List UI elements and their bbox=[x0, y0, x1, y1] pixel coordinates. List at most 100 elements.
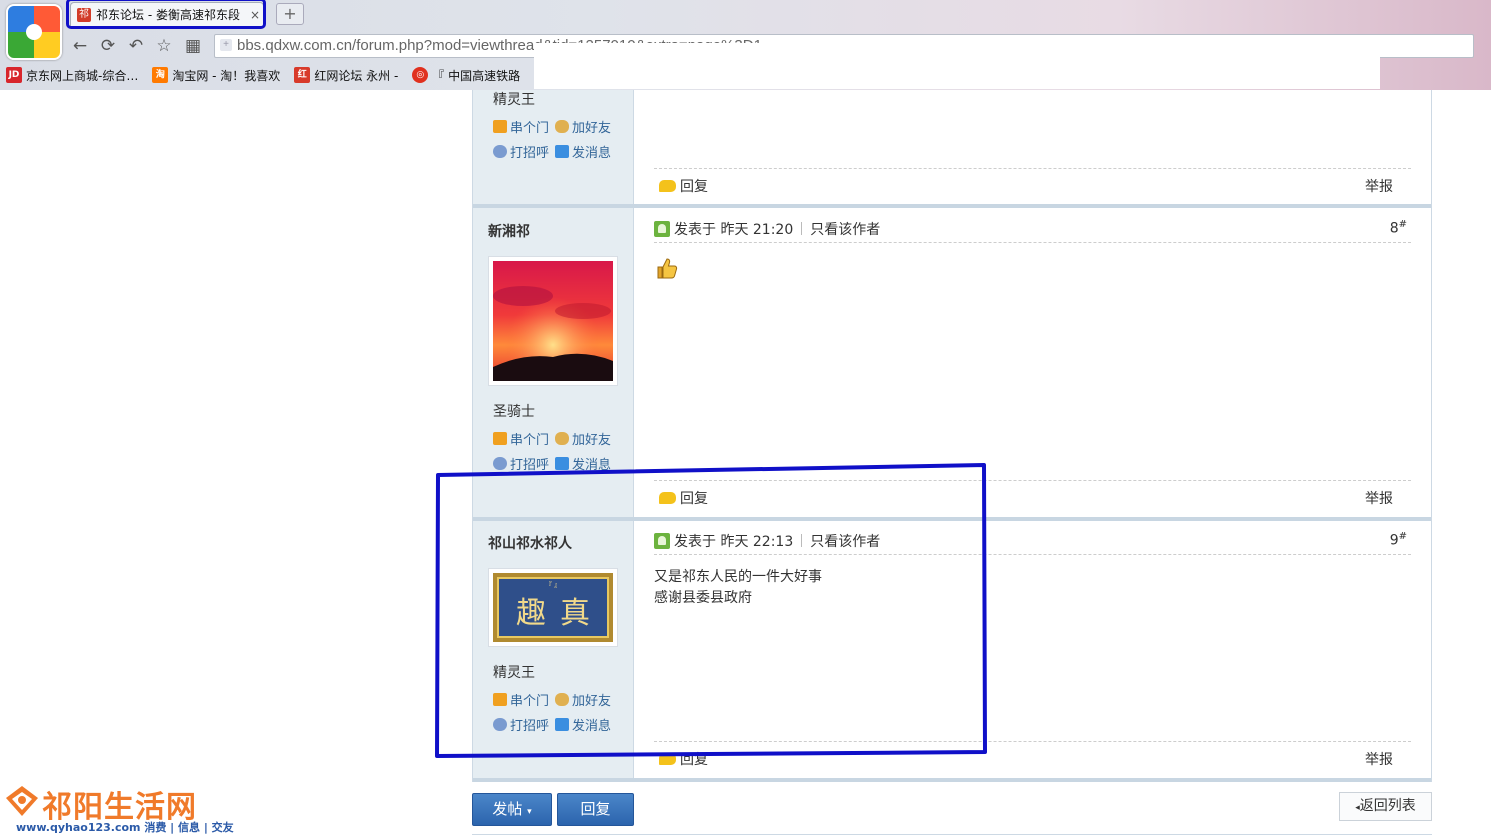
watermark-subtitle: www.qyhao123.com 消费 | 信息 | 交友 bbox=[16, 821, 234, 834]
visit-link[interactable]: 串个门 bbox=[510, 690, 549, 709]
floor-number[interactable]: 8# bbox=[1390, 219, 1407, 237]
page-bottom-border bbox=[472, 834, 1432, 840]
only-author-link[interactable]: 只看该作者 bbox=[810, 531, 880, 551]
report-link[interactable]: 举报 bbox=[1365, 749, 1393, 769]
reply-bubble-icon bbox=[659, 752, 676, 765]
bookmark-jd[interactable]: JD 京东网上商城-综合… bbox=[6, 67, 138, 84]
bookmark-label: 淘宝网 - 淘！我喜欢 bbox=[172, 68, 281, 83]
report-link[interactable]: 举报 bbox=[1365, 488, 1393, 508]
reply-bubble-icon bbox=[659, 491, 676, 504]
reply-link[interactable]: 回复 bbox=[680, 488, 708, 508]
poke-icon bbox=[493, 718, 507, 731]
redacted-area bbox=[534, 43, 1380, 89]
home-icon bbox=[493, 693, 507, 706]
envelope-icon bbox=[555, 457, 570, 470]
visit-link[interactable]: 串个门 bbox=[510, 429, 549, 448]
envelope-icon bbox=[555, 718, 570, 731]
online-user-icon bbox=[654, 220, 670, 237]
svg-text:『 』: 『 』 bbox=[545, 581, 561, 589]
bookmark-highspeed-rail[interactable]: ◎ 『 中国高速铁路 bbox=[412, 67, 520, 84]
sunset-avatar-image bbox=[493, 261, 613, 381]
post-header: 发表于 昨天 21:20 只看该作者 8# bbox=[654, 215, 1411, 243]
browser-logo-icon[interactable] bbox=[6, 4, 62, 60]
page-info-icon[interactable]: + bbox=[220, 39, 232, 51]
reply-button[interactable]: 回复 bbox=[557, 793, 634, 826]
poke-icon bbox=[493, 457, 507, 470]
envelope-icon bbox=[555, 145, 570, 158]
post-separator bbox=[473, 778, 1431, 782]
watermark: 祁阳生活网 www.qyhao123.com 消费 | 信息 | 交友 bbox=[4, 782, 234, 838]
add-friend-link[interactable]: 加好友 bbox=[572, 429, 611, 448]
rednet-icon: 红 bbox=[294, 67, 311, 83]
user-links-row: 打招呼 发消息 bbox=[493, 142, 611, 161]
taobao-icon: 淘 bbox=[152, 67, 169, 83]
user-links-row: 打招呼 发消息 bbox=[493, 454, 611, 473]
poke-icon bbox=[493, 145, 507, 158]
handshake-icon bbox=[555, 432, 570, 445]
avatar[interactable] bbox=[488, 256, 618, 386]
visit-link[interactable]: 串个门 bbox=[510, 117, 549, 136]
apps-grid-icon[interactable]: ▦ bbox=[181, 34, 205, 58]
reply-bubble-icon bbox=[659, 179, 676, 192]
home-icon bbox=[493, 432, 507, 445]
poke-link[interactable]: 打招呼 bbox=[510, 454, 549, 473]
user-rank: 圣骑士 bbox=[493, 404, 535, 420]
new-tab-button[interactable]: + bbox=[276, 3, 304, 25]
undo-icon[interactable]: ↶ bbox=[124, 34, 148, 58]
calligraphy-plaque-avatar-image: 『 』 趣 真 bbox=[493, 573, 613, 642]
new-post-button[interactable]: 发帖 ▾ bbox=[472, 793, 552, 826]
back-to-list-button[interactable]: ◂返回列表 bbox=[1339, 792, 1432, 821]
avatar[interactable]: 『 』 趣 真 bbox=[488, 568, 618, 647]
back-arrow-icon[interactable]: ← bbox=[68, 34, 92, 58]
post-content-line: 感谢县委县政府 bbox=[654, 590, 752, 606]
bookmark-rednet[interactable]: 红 红网论坛 永州 - bbox=[294, 67, 398, 84]
only-author-link[interactable]: 只看该作者 bbox=[810, 219, 880, 239]
reply-link[interactable]: 回复 bbox=[680, 749, 708, 769]
report-link[interactable]: 举报 bbox=[1365, 176, 1393, 196]
posted-prefix: 发表于 bbox=[674, 221, 716, 238]
post-footer: 回复 举报 bbox=[654, 741, 1411, 775]
message-link[interactable]: 发消息 bbox=[572, 142, 611, 161]
user-rank: 精灵王 bbox=[493, 665, 535, 681]
post-separator bbox=[473, 204, 1431, 208]
author-panel bbox=[473, 521, 634, 780]
posted-time: 昨天 21:20 bbox=[720, 221, 794, 238]
thumbs-up-icon bbox=[657, 258, 678, 279]
post-footer: 回复 举报 bbox=[654, 480, 1411, 514]
add-friend-link[interactable]: 加好友 bbox=[572, 690, 611, 709]
user-rank: 精灵王 bbox=[493, 92, 535, 108]
post-content-line: 又是祁东人民的一件大好事 bbox=[654, 569, 822, 585]
reload-icon[interactable]: ⟳ bbox=[96, 34, 120, 58]
user-links-row: 串个门 加好友 bbox=[493, 117, 611, 136]
bookmark-label: 京东网上商城-综合… bbox=[26, 68, 139, 83]
posted-time: 昨天 22:13 bbox=[720, 533, 794, 550]
reply-link[interactable]: 回复 bbox=[680, 176, 708, 196]
add-friend-link[interactable]: 加好友 bbox=[572, 117, 611, 136]
post-header: 发表于 昨天 22:13 只看该作者 9# bbox=[654, 527, 1411, 555]
brand-logo-icon bbox=[6, 786, 38, 816]
floor-number[interactable]: 9# bbox=[1390, 531, 1407, 549]
post-footer: 回复 举报 bbox=[654, 168, 1411, 202]
post-separator bbox=[473, 517, 1431, 521]
message-link[interactable]: 发消息 bbox=[572, 454, 611, 473]
handshake-icon bbox=[555, 693, 570, 706]
post-author[interactable]: 新湘祁 bbox=[488, 221, 530, 241]
user-links-row: 打招呼 发消息 bbox=[493, 715, 611, 734]
bookmark-taobao[interactable]: 淘 淘宝网 - 淘！我喜欢 bbox=[152, 67, 280, 84]
star-bookmark-icon[interactable]: ☆ bbox=[152, 34, 176, 58]
online-user-icon bbox=[654, 532, 670, 549]
bookmark-label: 红网论坛 永州 - bbox=[314, 68, 399, 83]
user-links-row: 串个门 加好友 bbox=[493, 429, 611, 448]
post-author[interactable]: 祁山祁水祁人 bbox=[488, 533, 572, 553]
poke-link[interactable]: 打招呼 bbox=[510, 142, 549, 161]
rail-icon: ◎ bbox=[412, 67, 429, 83]
jd-icon: JD bbox=[6, 67, 22, 83]
post-content: 又是祁东人民的一件大好事 感谢县委县政府 bbox=[654, 567, 822, 609]
posted-prefix: 发表于 bbox=[674, 533, 716, 550]
dropdown-arrow-icon: ▾ bbox=[527, 807, 532, 817]
message-link[interactable]: 发消息 bbox=[572, 715, 611, 734]
svg-text:趣: 趣 bbox=[516, 596, 546, 631]
poke-link[interactable]: 打招呼 bbox=[510, 715, 549, 734]
home-icon bbox=[493, 120, 507, 133]
bookmark-label: 『 中国高速铁路 bbox=[432, 68, 521, 83]
